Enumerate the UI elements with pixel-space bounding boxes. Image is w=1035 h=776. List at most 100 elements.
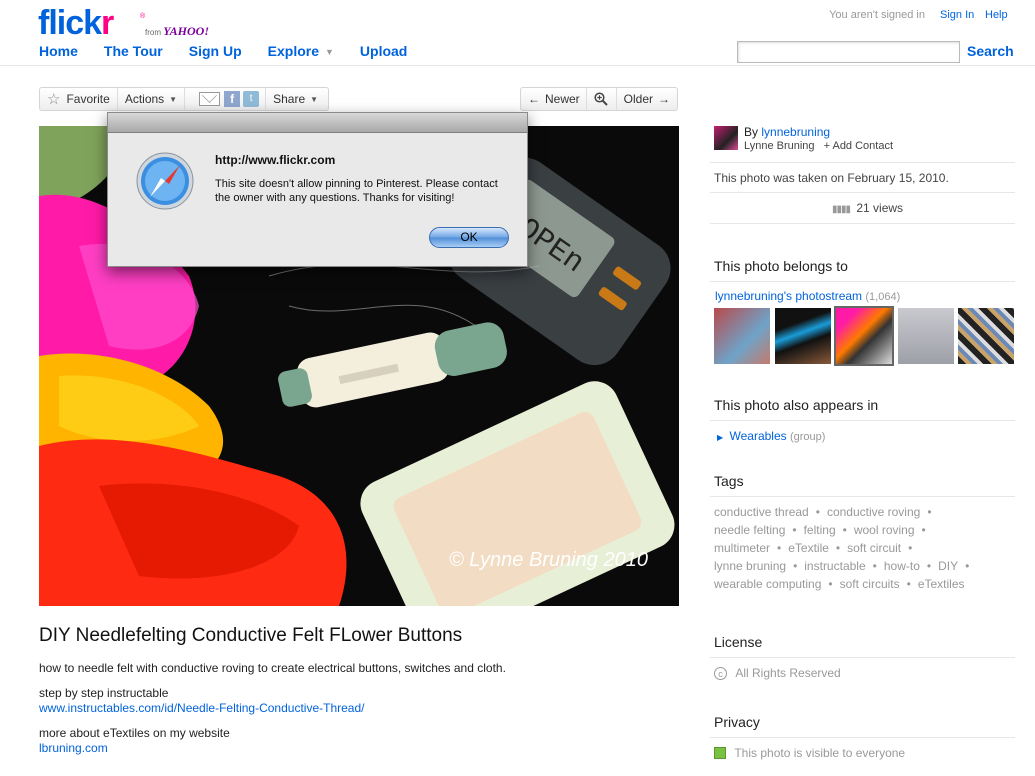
appears-heading: This photo also appears in: [714, 397, 879, 413]
dialog-title: http://www.flickr.com: [215, 153, 336, 167]
nav-explore[interactable]: Explore: [268, 43, 319, 59]
owner-username-link[interactable]: lynnebruning: [761, 125, 830, 139]
tag-separator: •: [792, 523, 797, 537]
tag-row: needle felting • felting • wool roving •: [714, 523, 933, 537]
tag-link[interactable]: wool roving: [854, 523, 915, 537]
email-icon[interactable]: [199, 92, 221, 106]
tag-link[interactable]: lynne bruning: [714, 559, 786, 573]
tag-separator: •: [872, 559, 877, 573]
photo-watermark: © Lynne Bruning 2010: [449, 549, 648, 571]
arrow-left-icon: ←: [528, 92, 540, 106]
group-link[interactable]: Wearables: [730, 429, 787, 443]
more-label: more about eTextiles on my website: [39, 726, 230, 740]
tag-link[interactable]: eTextiles: [918, 577, 965, 591]
taken-date: This photo was taken on February 15, 201…: [714, 171, 949, 185]
views-bar-icon: ▮▮▮▮: [832, 204, 851, 215]
tag-separator: •: [908, 541, 913, 555]
sign-in-link[interactable]: Sign In: [940, 9, 974, 21]
star-icon: ☆: [47, 91, 61, 108]
nav-sign-up[interactable]: Sign Up: [189, 43, 242, 59]
divider: [710, 496, 1015, 497]
newer-button[interactable]: ← Newer: [521, 88, 587, 110]
photostream-row: lynnebruning's photostream (1,064): [715, 289, 901, 303]
copyright-icon: c: [714, 667, 727, 680]
from-yahoo-logo: from YAHOO!: [145, 24, 210, 38]
chevron-down-icon: ▼: [310, 94, 319, 104]
photostream-thumb[interactable]: [958, 308, 1014, 364]
older-button[interactable]: Older →: [617, 88, 677, 110]
tag-row: conductive thread • conductive roving •: [714, 505, 939, 519]
website-link[interactable]: lbruning.com: [39, 741, 108, 755]
photostream-thumb[interactable]: [775, 308, 831, 364]
tag-link[interactable]: multimeter: [714, 541, 770, 555]
divider: [710, 192, 1015, 193]
facebook-icon[interactable]: f: [224, 91, 241, 107]
signed-in-status: You aren't signed in: [829, 9, 925, 21]
tag-separator: •: [926, 559, 932, 573]
tag-link[interactable]: instructable: [804, 559, 865, 573]
help-link[interactable]: Help: [985, 9, 1008, 21]
tag-separator: •: [921, 523, 926, 537]
alert-dialog: http://www.flickr.com This site doesn't …: [107, 112, 528, 267]
tag-link[interactable]: felting: [804, 523, 836, 537]
zoom-button[interactable]: [587, 88, 617, 110]
arrow-right-icon: →: [658, 92, 670, 106]
tag-link[interactable]: needle felting: [714, 523, 785, 537]
divider: [710, 223, 1015, 224]
tags-heading: Tags: [714, 473, 744, 489]
search-button[interactable]: Search: [967, 43, 1014, 59]
tag-link[interactable]: eTextile: [788, 541, 829, 555]
twitter-icon[interactable]: t: [243, 91, 260, 107]
tag-separator: •: [906, 577, 911, 591]
zoom-icon: [594, 92, 609, 106]
nav-home[interactable]: Home: [39, 43, 78, 59]
flickr-logo[interactable]: flickr ®: [38, 4, 145, 43]
tag-link[interactable]: how-to: [884, 559, 920, 573]
tag-separator: •: [793, 559, 798, 573]
belongs-heading: This photo belongs to: [714, 258, 848, 274]
nav-upload[interactable]: Upload: [360, 43, 407, 59]
expand-triangle-icon[interactable]: ▶: [717, 433, 723, 442]
photostream-link[interactable]: lynnebruning's photostream: [715, 289, 862, 303]
tag-separator: •: [828, 577, 833, 591]
privacy-row: This photo is visible to everyone: [714, 746, 905, 760]
chevron-down-icon: ▼: [169, 94, 178, 104]
tag-separator: •: [777, 541, 782, 555]
view-count: ▮▮▮▮ 21 views: [832, 201, 904, 215]
tag-link[interactable]: wearable computing: [714, 577, 821, 591]
share-menu-button[interactable]: Share ▼: [266, 88, 325, 110]
tag-row: wearable computing • soft circuits • eTextil…: [714, 577, 965, 591]
tag-link[interactable]: conductive roving: [827, 505, 920, 519]
safari-compass-icon: [136, 152, 194, 210]
dialog-message: This site doesn't allow pinning to Pinte…: [215, 178, 498, 204]
tag-separator: •: [842, 523, 847, 537]
nav-the-tour[interactable]: The Tour: [104, 43, 163, 59]
license-heading: License: [714, 634, 763, 650]
ok-button[interactable]: OK: [429, 227, 509, 248]
explore-dropdown-icon[interactable]: ▼: [325, 47, 334, 59]
photostream-thumb[interactable]: [898, 308, 954, 364]
instructable-link[interactable]: www.instructables.com/id/Needle-Felting-…: [39, 701, 364, 715]
favorite-button[interactable]: ☆ Favorite: [40, 88, 118, 110]
search-input[interactable]: [737, 41, 960, 63]
license-row: c All Rights Reserved: [714, 666, 841, 680]
photostream-thumb[interactable]: [714, 308, 770, 364]
tag-link[interactable]: soft circuits: [840, 577, 900, 591]
tag-separator: •: [835, 541, 841, 555]
owner-info: Lynne Bruning + Add Contact: [744, 140, 894, 152]
owner-byline: By lynnebruning: [744, 125, 831, 139]
site-header: flickr ® from YAHOO! Home The Tour Sign …: [0, 0, 1035, 66]
tag-link[interactable]: conductive thread: [714, 505, 809, 519]
divider: [710, 281, 1015, 282]
dialog-titlebar[interactable]: [108, 113, 527, 133]
tag-separator: •: [815, 505, 820, 519]
privacy-heading: Privacy: [714, 714, 760, 730]
actions-menu-button[interactable]: Actions ▼: [118, 88, 186, 110]
divider: [710, 420, 1015, 421]
top-nav: Home The Tour Sign Up Explore ▼ Upload: [39, 43, 433, 59]
add-contact-link[interactable]: + Add Contact: [824, 140, 893, 152]
tag-link[interactable]: DIY: [938, 559, 958, 573]
tag-link[interactable]: soft circuit: [847, 541, 901, 555]
photostream-thumb-current[interactable]: [834, 306, 894, 366]
avatar[interactable]: [714, 126, 738, 150]
